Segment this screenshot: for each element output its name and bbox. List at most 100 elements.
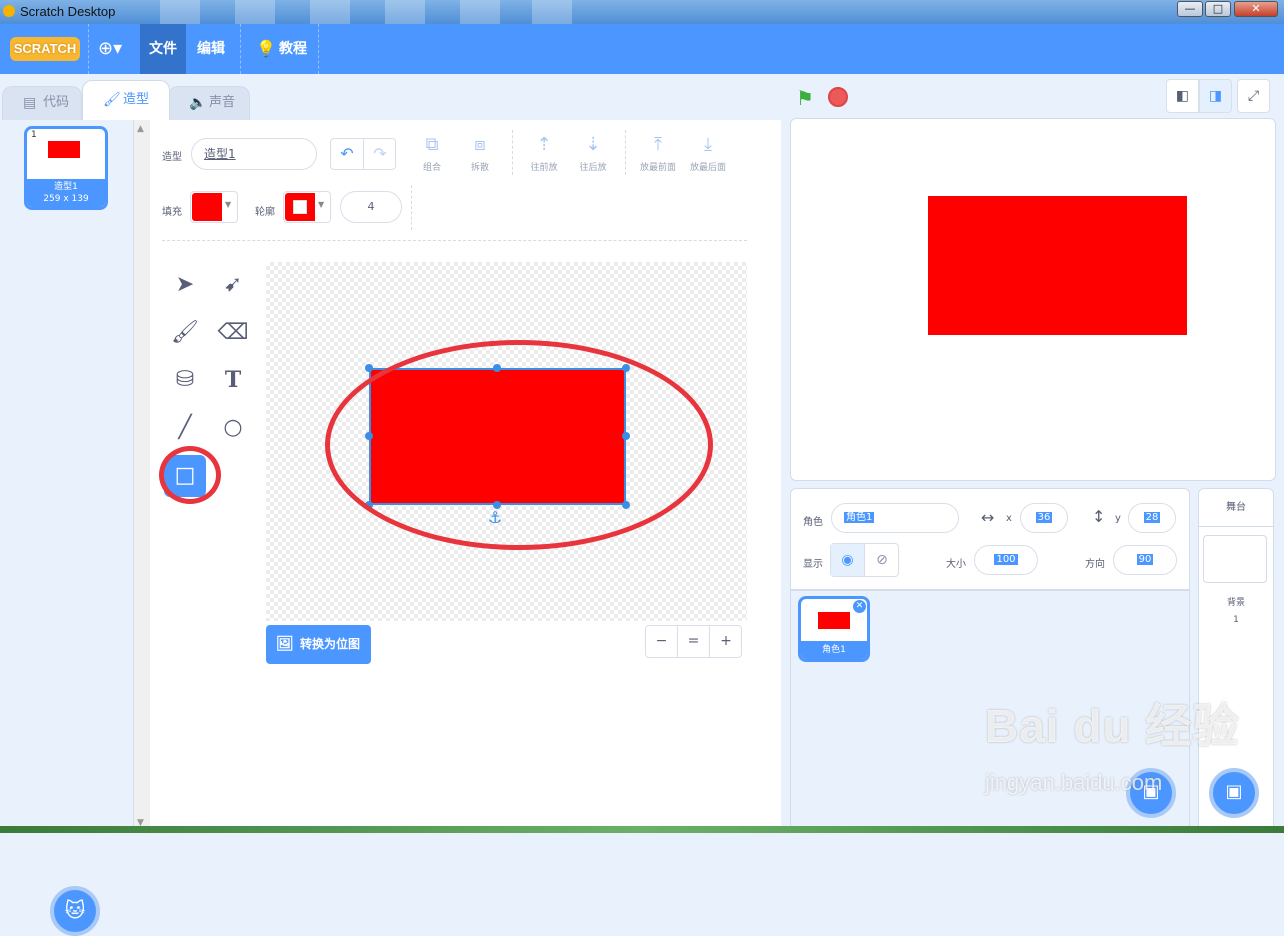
costume-thumbnail[interactable]: 1 造型1 259 x 139 (24, 126, 108, 210)
brush-tool[interactable]: 🖌 (164, 312, 206, 354)
code-blocks-icon: ▤ (23, 95, 37, 111)
eraser-tool[interactable]: ⌫ (212, 312, 254, 354)
edit-menu[interactable]: 编辑 (190, 24, 232, 74)
choose-backdrop-button[interactable]: ▣ (1209, 768, 1259, 818)
arrow-down-icon: ⇣ (585, 134, 601, 155)
reshape-tool[interactable]: ➹ (212, 264, 254, 306)
fullscreen-icon: ⤢ (1247, 88, 1260, 104)
size-value: 100 (994, 554, 1018, 565)
x-input[interactable]: 36 (1020, 503, 1068, 533)
fill-color-picker[interactable]: ▼ (190, 191, 238, 223)
maximize-button[interactable]: □ (1205, 1, 1231, 17)
costume-list-scrollbar[interactable]: ▲ ▼ (134, 120, 150, 833)
costume-thumb-size: 259 x 139 (43, 194, 89, 204)
text-tool[interactable]: T (212, 359, 254, 401)
sprite-name-label: 角色 (803, 517, 823, 528)
window-title: Scratch Desktop (20, 4, 116, 19)
zoom-out-icon[interactable]: − (646, 626, 678, 657)
file-menu[interactable]: 文件 (140, 24, 186, 74)
eraser-icon: ⌫ (217, 320, 249, 345)
direction-input[interactable]: 90 (1113, 545, 1177, 575)
app-icon (3, 5, 15, 17)
ungroup-button[interactable]: ⧈ 拆散 (456, 134, 504, 176)
fill-tool[interactable]: ⛁ (164, 359, 206, 401)
resize-handle[interactable] (365, 364, 373, 372)
stage-sprite-rectangle[interactable] (928, 196, 1187, 335)
chevron-down-icon: ▼ (225, 200, 232, 209)
y-label: y (1115, 513, 1121, 524)
image-icon: 🖼 (276, 636, 294, 652)
fullscreen-button[interactable]: ⤢ (1237, 79, 1270, 113)
editor-tabs: ▤ 代码 🖌 造型 🔈 声音 (0, 74, 780, 120)
arrow-top-icon: ⤒ (654, 134, 662, 155)
line-tool[interactable]: ╱ (164, 407, 206, 449)
backward-label: 往后放 (579, 163, 607, 173)
back-label: 放最后面 (689, 163, 726, 173)
zoom-in-icon[interactable]: + (710, 626, 742, 657)
tutorials-menu[interactable]: 💡 教程 (250, 24, 316, 74)
eye-icon[interactable]: ◉ (831, 544, 865, 576)
group-button[interactable]: ⧉ 组合 (408, 134, 456, 176)
backward-button[interactable]: ⇣ 往后放 (569, 134, 617, 176)
fill-label: 填充 (162, 207, 182, 218)
outline-label: 轮廓 (255, 207, 275, 218)
minimize-button[interactable]: — (1177, 1, 1203, 17)
stage-pane-title: 舞台 (1199, 489, 1273, 527)
x-value: 36 (1035, 512, 1053, 523)
tab-sounds[interactable]: 🔈 声音 (168, 86, 250, 120)
fill-swatch (192, 193, 222, 221)
tutorials-label: 教程 (279, 41, 307, 57)
sprite-name-input[interactable]: 角色1 (831, 503, 959, 533)
watermark-brand: Bai du 经验 (985, 700, 1240, 752)
sprite-tile[interactable]: ✕ 角色1 (798, 596, 870, 662)
menu-bar: SCRATCH ⊕▾ 文件 编辑 💡 教程 (0, 24, 1284, 74)
outline-width-input[interactable]: 4 (340, 191, 402, 223)
zoom-controls: − = + (645, 625, 742, 658)
redo-icon[interactable]: ↷ (364, 139, 396, 169)
select-tool[interactable]: ➤ (164, 264, 206, 306)
language-menu[interactable]: ⊕▾ (98, 38, 138, 60)
green-flag-icon[interactable]: ⚑ (796, 86, 814, 110)
forward-button[interactable]: ⇡ 往前放 (520, 134, 568, 176)
toolbar-divider (162, 240, 747, 241)
choose-costume-button[interactable]: 🐱 (50, 886, 100, 936)
size-label: 大小 (946, 559, 966, 570)
size-input[interactable]: 100 (974, 545, 1038, 575)
group-icon: ⧉ (425, 134, 439, 155)
vertical-arrows-icon: ↕ (1092, 507, 1106, 526)
close-button[interactable]: ✕ (1234, 1, 1278, 17)
stop-icon[interactable] (828, 87, 848, 107)
zoom-reset-icon[interactable]: = (678, 626, 710, 657)
backdrops-count: 1 (1233, 615, 1239, 625)
cat-add-icon: 🐱 (64, 898, 86, 922)
large-stage-button[interactable]: ◨ (1199, 79, 1232, 113)
backdrop-thumbnail[interactable] (1203, 535, 1267, 583)
speaker-icon: 🔈 (189, 95, 207, 111)
brush-icon: 🖌 (171, 320, 199, 345)
small-stage-button[interactable]: ◧ (1166, 79, 1199, 113)
circle-tool[interactable]: ○ (212, 407, 254, 449)
eye-slash-icon[interactable]: ⊘ (865, 544, 899, 576)
scratch-logo[interactable]: SCRATCH (10, 37, 80, 61)
tab-costumes[interactable]: 🖌 造型 (82, 80, 170, 120)
line-icon: ╱ (178, 415, 192, 440)
window-titlebar: Scratch Desktop — □ ✕ (0, 0, 1284, 24)
convert-label: 转换为位图 (300, 637, 361, 651)
convert-to-bitmap-button[interactable]: 🖼 转换为位图 (266, 625, 371, 664)
outline-color-picker[interactable]: ▼ (283, 191, 331, 223)
undo-icon[interactable]: ↶ (331, 139, 364, 169)
large-stage-icon: ◨ (1208, 88, 1223, 104)
front-button[interactable]: ⤒ 放最前面 (634, 134, 682, 176)
tab-code[interactable]: ▤ 代码 (2, 86, 82, 120)
sprite-name-value: 角色1 (844, 512, 875, 523)
reshape-pointer-icon: ➹ (223, 272, 243, 297)
costume-name-input[interactable]: 造型1 (191, 138, 317, 170)
back-button[interactable]: ⤓ 放最后面 (684, 134, 732, 176)
delete-sprite-icon[interactable]: ✕ (853, 600, 866, 613)
arrow-bottom-icon: ⤓ (704, 134, 712, 155)
baidu-watermark: Bai du 经验 jingyan.baidu.com (985, 690, 1240, 795)
direction-label: 方向 (1085, 559, 1105, 570)
y-input[interactable]: 28 (1128, 503, 1176, 533)
lightbulb-icon: 💡 (256, 39, 276, 58)
costume-thumbnail-label: 造型1 259 x 139 (27, 179, 105, 207)
